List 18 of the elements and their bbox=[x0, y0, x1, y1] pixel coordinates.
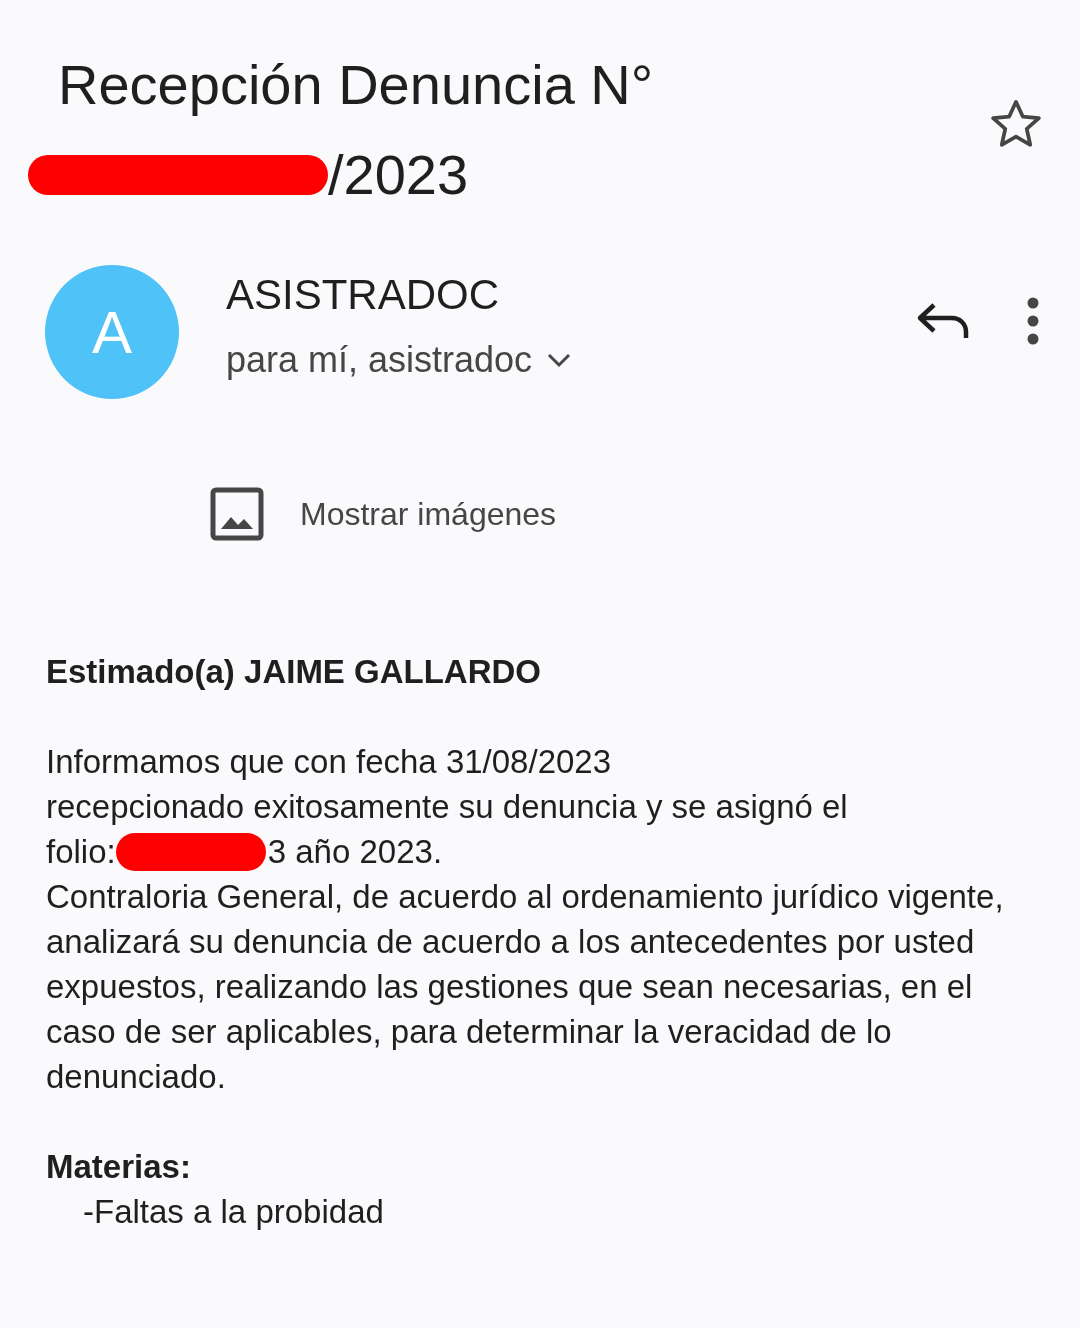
topics-heading: Materias: bbox=[46, 1147, 192, 1187]
chevron-down-icon[interactable] bbox=[546, 352, 573, 368]
email-subject: /2023 bbox=[328, 142, 469, 208]
more-options-icon[interactable] bbox=[1026, 297, 1040, 345]
show-images-link[interactable]: Mostrar imágenes bbox=[300, 495, 557, 533]
image-icon[interactable] bbox=[210, 487, 264, 541]
recipients-text: para mí, asistradoc bbox=[226, 339, 533, 381]
sender-avatar: A bbox=[45, 265, 179, 399]
greeting-text: Estimado(a) JAIME GALLARDO bbox=[46, 652, 543, 692]
topic-item: -Faltas a la probidad bbox=[82, 1192, 385, 1232]
folio-label: folio: bbox=[46, 832, 116, 872]
reply-icon[interactable] bbox=[916, 301, 970, 341]
sender-name: ASISTRADOC bbox=[226, 270, 501, 320]
body-paragraph: Contraloria General, de acuerdo al ordenamiento jurídico vigente, analizará su denuncia de acuerdo a los antecedentes por usted expuestos, realizando las gestiones que sean necesarias, en el caso de ser aplicables, para determinar la veracidad de lo denunciado. bbox=[46, 877, 1005, 1097]
body-text: recepcionado exitosamente su denuncia y se asignó el bbox=[46, 787, 849, 827]
body-text: 3 año 2023. bbox=[267, 832, 443, 872]
body-text: Informamos que con fecha 31/08/2023 bbox=[46, 742, 613, 782]
email-subject: Recepción Denuncia N° bbox=[58, 52, 654, 118]
